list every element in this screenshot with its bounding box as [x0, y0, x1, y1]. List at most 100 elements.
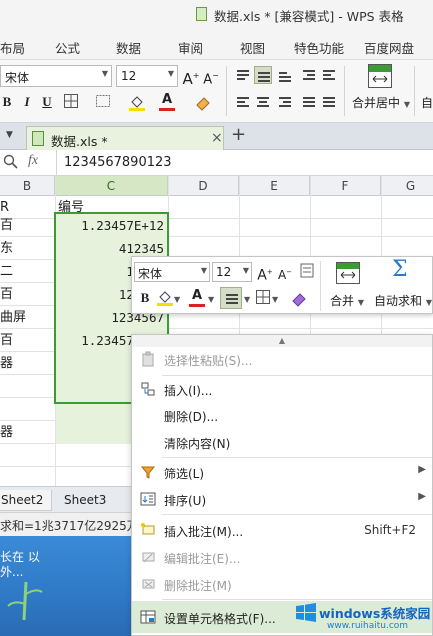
- bold-button[interactable]: B: [0, 93, 16, 111]
- menu-item-sort[interactable]: 排序(U) ▶: [132, 486, 432, 512]
- clear-format-button[interactable]: [194, 93, 212, 111]
- document-tab-bar: ▼ 数据.xls * × +: [0, 123, 433, 150]
- cell-b[interactable]: 东: [0, 237, 55, 260]
- mini-clear-button[interactable]: [290, 289, 308, 307]
- mini-font-color-button[interactable]: A: [188, 287, 206, 307]
- chevron-down-icon[interactable]: ▼: [272, 295, 278, 304]
- cell-b[interactable]: 曲屏: [0, 306, 55, 329]
- menu-item-view[interactable]: 视图: [240, 38, 265, 57]
- fill-color-button[interactable]: [128, 93, 146, 111]
- cell-b[interactable]: 器: [0, 352, 55, 375]
- align-middle-button[interactable]: [254, 66, 272, 84]
- column-header-b[interactable]: B: [0, 176, 55, 196]
- font-size-select[interactable]: 12 ▼: [116, 65, 178, 87]
- mini-shrink-font-button[interactable]: A−: [276, 263, 294, 282]
- menu-item-clear-contents[interactable]: 清除内容(N): [132, 429, 432, 455]
- align-right-button[interactable]: [276, 93, 294, 111]
- border-button[interactable]: [62, 93, 80, 111]
- tab-label: 数据.xls *: [51, 134, 108, 149]
- bold-icon: B: [2, 94, 12, 109]
- shrink-font-button[interactable]: A−: [202, 67, 220, 88]
- new-tab-button[interactable]: +: [231, 124, 246, 145]
- menu-item-special[interactable]: 特色功能: [294, 38, 344, 57]
- grow-font-button[interactable]: A+: [182, 67, 200, 88]
- underline-button[interactable]: U: [38, 93, 56, 111]
- align-bottom-button[interactable]: [276, 66, 294, 84]
- menu-item-insert-comment[interactable]: 插入批注(M)... Shift+F2: [132, 517, 432, 543]
- mini-bold-button[interactable]: B: [136, 289, 154, 307]
- chevron-down-icon[interactable]: ▼: [244, 295, 250, 304]
- cell-style-button[interactable]: [94, 93, 112, 111]
- menu-item-delete[interactable]: 删除(D)...: [132, 402, 432, 428]
- cell-b[interactable]: 百: [0, 329, 55, 352]
- align-left-button[interactable]: [234, 93, 252, 111]
- tab-data-xls[interactable]: 数据.xls * ×: [26, 126, 224, 150]
- paint-bucket-icon: [129, 96, 145, 111]
- font-color-button[interactable]: A: [158, 91, 176, 111]
- cell-b[interactable]: [0, 398, 55, 421]
- menu-item-delete-comment[interactable]: 删除批注(M): [132, 571, 432, 597]
- menu-item-edit-comment[interactable]: 编辑批注(E)...: [132, 544, 432, 570]
- menu-item-baidu-disk[interactable]: 百度网盘: [364, 38, 414, 57]
- tab-list-chevron-icon[interactable]: ▼: [6, 130, 13, 140]
- merge-center-label[interactable]: 合并居中 ▼: [352, 94, 410, 111]
- menu-item-label: 清除内容(N): [164, 437, 231, 451]
- mini-merge-label[interactable]: 合并 ▼: [330, 292, 364, 309]
- merge-center-icon: [372, 75, 388, 83]
- auto-wrap-button[interactable]: 自: [421, 94, 433, 111]
- column-header-f[interactable]: F: [310, 176, 381, 196]
- column-header-e[interactable]: E: [239, 176, 310, 196]
- menu-item-label: 插入(I)...: [164, 384, 213, 398]
- column-header-d[interactable]: D: [168, 176, 239, 196]
- distribute-button[interactable]: [320, 93, 338, 111]
- cell-b[interactable]: 百: [0, 283, 55, 306]
- shrink-font-icon: A: [203, 72, 213, 88]
- mini-grow-font-button[interactable]: A+: [256, 263, 274, 284]
- mini-font-name-select[interactable]: 宋体 ▼: [134, 262, 210, 282]
- mini-fill-color-button[interactable]: [156, 289, 174, 307]
- menu-item-paste-special[interactable]: 选择性粘贴(S)...: [132, 346, 432, 372]
- font-name-select[interactable]: 宋体 ▼: [0, 65, 112, 87]
- menu-item-data[interactable]: 数据: [116, 38, 141, 57]
- mini-format-painter-button[interactable]: [298, 262, 316, 280]
- mini-merge-button[interactable]: [336, 262, 360, 284]
- sheet-tab-sheet3[interactable]: Sheet3: [56, 490, 114, 511]
- align-center-button[interactable]: [254, 93, 272, 111]
- cell-b[interactable]: 器: [0, 421, 55, 444]
- ribbon-separator: [414, 66, 415, 116]
- menu-item-review[interactable]: 审阅: [178, 38, 203, 57]
- chevron-down-icon[interactable]: ▼: [208, 295, 214, 304]
- cell-b[interactable]: [0, 467, 55, 486]
- sum-icon[interactable]: Σ: [392, 257, 408, 282]
- increase-indent-button[interactable]: [320, 66, 338, 84]
- cell-b[interactable]: 百: [0, 214, 55, 237]
- italic-icon: I: [24, 94, 30, 109]
- justify-button[interactable]: [300, 93, 318, 111]
- sheet-tab-sheet2[interactable]: Sheet2: [0, 490, 53, 511]
- mini-font-size-select[interactable]: 12 ▼: [212, 262, 252, 282]
- shortcut-text: Shift+F2: [364, 523, 416, 537]
- menu-item-formula[interactable]: 公式: [55, 38, 80, 57]
- cell-b[interactable]: [0, 444, 55, 467]
- paint-bucket-icon: [157, 291, 173, 306]
- mini-border-button[interactable]: [254, 289, 272, 307]
- mini-autosum-label[interactable]: 自动求和 ▼: [374, 292, 432, 309]
- cell-b[interactable]: 二: [0, 260, 55, 283]
- desktop-shortcut-label[interactable]: 长在 以外...: [0, 550, 40, 580]
- close-icon[interactable]: ×: [211, 130, 223, 146]
- merge-center-button[interactable]: [368, 64, 392, 88]
- column-header-g[interactable]: G: [381, 176, 433, 196]
- zoom-search-icon[interactable]: [2, 153, 20, 171]
- align-top-button[interactable]: [234, 66, 252, 84]
- decrease-indent-button[interactable]: [300, 66, 318, 84]
- menu-item-filter[interactable]: 筛选(L) ▶: [132, 459, 432, 485]
- insert-function-button[interactable]: fx: [28, 153, 38, 169]
- column-header-c[interactable]: C: [55, 176, 168, 196]
- italic-button[interactable]: I: [18, 93, 36, 111]
- cell-b[interactable]: [0, 375, 55, 398]
- menu-item-layout[interactable]: 布局: [0, 38, 25, 57]
- chevron-down-icon[interactable]: ▼: [174, 295, 180, 304]
- mini-align-button[interactable]: [220, 287, 242, 309]
- menu-item-insert[interactable]: 插入(I)...: [132, 376, 432, 402]
- formula-input[interactable]: 1234567890123: [64, 155, 172, 170]
